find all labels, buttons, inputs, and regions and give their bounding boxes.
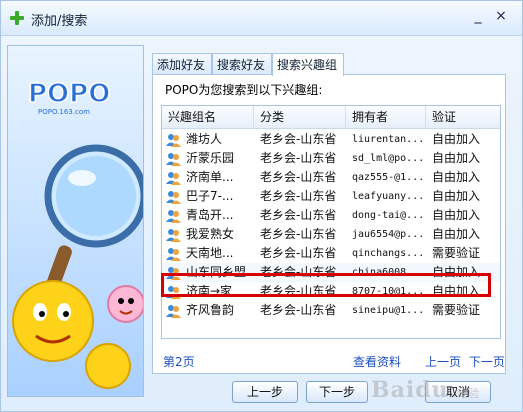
cancel-button[interactable]: 取消: [425, 381, 491, 403]
group-name-cell: 青岛开...: [186, 208, 234, 222]
minimize-button[interactable]: _: [469, 7, 487, 25]
verify-cell: 自由加入: [432, 265, 481, 279]
group-name-cell: 齐风鲁韵: [186, 303, 235, 317]
column-header-verify[interactable]: 验证: [426, 106, 500, 128]
verify-cell: 需要验证: [432, 303, 481, 317]
verify-cell: 自由加入: [432, 132, 481, 146]
prev-page-link[interactable]: 上一页: [425, 355, 461, 369]
group-name-cell: 济南单...: [186, 170, 234, 184]
category-cell: 老乡会-山东省: [260, 227, 337, 241]
category-cell: 老乡会-山东省: [260, 151, 337, 165]
column-header-group-name[interactable]: 兴趣组名: [162, 106, 254, 128]
prev-step-button[interactable]: 上一步: [232, 381, 298, 403]
group-users-icon: [166, 134, 181, 147]
group-users-icon: [166, 286, 181, 299]
table-row[interactable]: 青岛开... 老乡会-山东省 dong-tai@... 自由加入: [162, 206, 500, 225]
table-row[interactable]: 沂蒙乐园 老乡会-山东省 sd_lml@po... 自由加入: [162, 149, 500, 168]
window-title: 添加/搜索: [31, 14, 88, 29]
results-intro-text: POPO为您搜索到以下兴趣组:: [165, 83, 323, 97]
table-row[interactable]: 潍坊人 老乡会-山东省 liurentan... 自由加入: [162, 130, 500, 149]
next-page-link[interactable]: 下一页: [469, 355, 505, 369]
owner-cell: qaz555-@1...: [352, 172, 425, 183]
category-cell: 老乡会-山东省: [260, 284, 337, 298]
list-header: 兴趣组名 分类 拥有者 验证: [162, 106, 500, 129]
group-users-icon: [166, 210, 181, 223]
popo-logo-sub: POPO.163.com: [38, 108, 90, 116]
add-plus-icon: [10, 11, 24, 25]
column-header-owner[interactable]: 拥有者: [346, 106, 426, 128]
owner-cell: china6008...: [352, 267, 425, 278]
category-cell: 老乡会-山东省: [260, 246, 337, 260]
group-name-cell: 济南→家: [186, 284, 233, 298]
column-header-category[interactable]: 分类: [254, 106, 346, 128]
close-button[interactable]: ×: [492, 7, 510, 25]
table-row-selected[interactable]: 山东同乡盟 老乡会-山东省 china6008... 自由加入: [162, 263, 500, 282]
table-row[interactable]: 天南地... 老乡会-山东省 qinchangs... 需要验证: [162, 244, 500, 263]
verify-cell: 自由加入: [432, 151, 481, 165]
add-search-window: 添加/搜索 _ × POPO POPO.163.com 添加好友 搜索好友 搜索…: [0, 0, 523, 412]
magnifier-mascot-icon: POPO POPO.163.com: [12, 78, 143, 389]
category-cell: 老乡会-山东省: [260, 208, 337, 222]
owner-cell: leafyuany...: [352, 191, 425, 202]
group-name-cell: 山东同乡盟: [186, 265, 247, 279]
group-name-cell: 沂蒙乐园: [186, 151, 235, 165]
group-name-cell: 天南地...: [186, 246, 234, 260]
group-users-icon: [166, 153, 181, 166]
page-navigation: 上一页 下一页: [421, 353, 505, 370]
owner-cell: sd_lml@po...: [352, 153, 425, 164]
verify-cell: 自由加入: [432, 284, 481, 298]
table-row[interactable]: 济南→家 老乡会-山东省 8707-10@1... 自由加入: [162, 282, 500, 301]
verify-cell: 需要验证: [432, 246, 481, 260]
group-users-icon: [166, 305, 181, 318]
next-step-button[interactable]: 下一步: [306, 381, 368, 403]
tab-search-friend[interactable]: 搜索好友: [212, 53, 272, 75]
verify-cell: 自由加入: [432, 170, 481, 184]
page-indicator[interactable]: 第2页: [163, 353, 195, 370]
owner-cell: 8707-10@1...: [352, 286, 425, 297]
category-cell: 老乡会-山东省: [260, 303, 337, 317]
group-users-icon: [166, 191, 181, 204]
verify-cell: 自由加入: [432, 227, 481, 241]
group-name-cell: 潍坊人: [186, 132, 223, 146]
tab-search-interest-group[interactable]: 搜索兴趣组: [272, 53, 344, 76]
group-users-icon: [166, 229, 181, 242]
category-cell: 老乡会-山东省: [260, 132, 337, 146]
table-row[interactable]: 巴子7-... 老乡会-山东省 leafyuany... 自由加入: [162, 187, 500, 206]
verify-cell: 自由加入: [432, 208, 481, 222]
owner-cell: liurentan...: [352, 134, 425, 145]
category-cell: 老乡会-山东省: [260, 170, 337, 184]
owner-cell: jau6554@p...: [352, 229, 425, 240]
view-profile-link[interactable]: 查看资料: [353, 353, 401, 370]
category-cell: 老乡会-山东省: [260, 265, 337, 279]
owner-cell: dong-tai@...: [352, 210, 425, 221]
table-row[interactable]: 我爱熟女 老乡会-山东省 jau6554@p... 自由加入: [162, 225, 500, 244]
title-bar[interactable]: 添加/搜索 _ ×: [1, 1, 522, 36]
group-name-cell: 巴子7-...: [186, 189, 234, 203]
table-row[interactable]: 济南单... 老乡会-山东省 qaz555-@1... 自由加入: [162, 168, 500, 187]
owner-cell: sineipu@1...: [352, 305, 425, 316]
verify-cell: 自由加入: [432, 189, 481, 203]
owner-cell: qinchangs...: [352, 248, 425, 259]
table-row[interactable]: 齐风鲁韵 老乡会-山东省 sineipu@1... 需要验证: [162, 301, 500, 320]
tab-add-friend[interactable]: 添加好友: [152, 53, 212, 75]
category-cell: 老乡会-山东省: [260, 189, 337, 203]
group-name-cell: 我爱熟女: [186, 227, 235, 241]
popo-logo: POPO: [28, 79, 110, 109]
interest-group-list[interactable]: 兴趣组名 分类 拥有者 验证 潍坊人 老乡会-山东省 liurentan... …: [161, 105, 501, 339]
group-users-icon: [166, 267, 181, 280]
group-users-icon: [166, 172, 181, 185]
group-users-icon: [166, 248, 181, 261]
search-results-panel: POPO为您搜索到以下兴趣组: 兴趣组名 分类 拥有者 验证 潍坊人 老乡会-山…: [152, 74, 506, 374]
popo-mascot-illustration: POPO POPO.163.com: [7, 45, 144, 397]
